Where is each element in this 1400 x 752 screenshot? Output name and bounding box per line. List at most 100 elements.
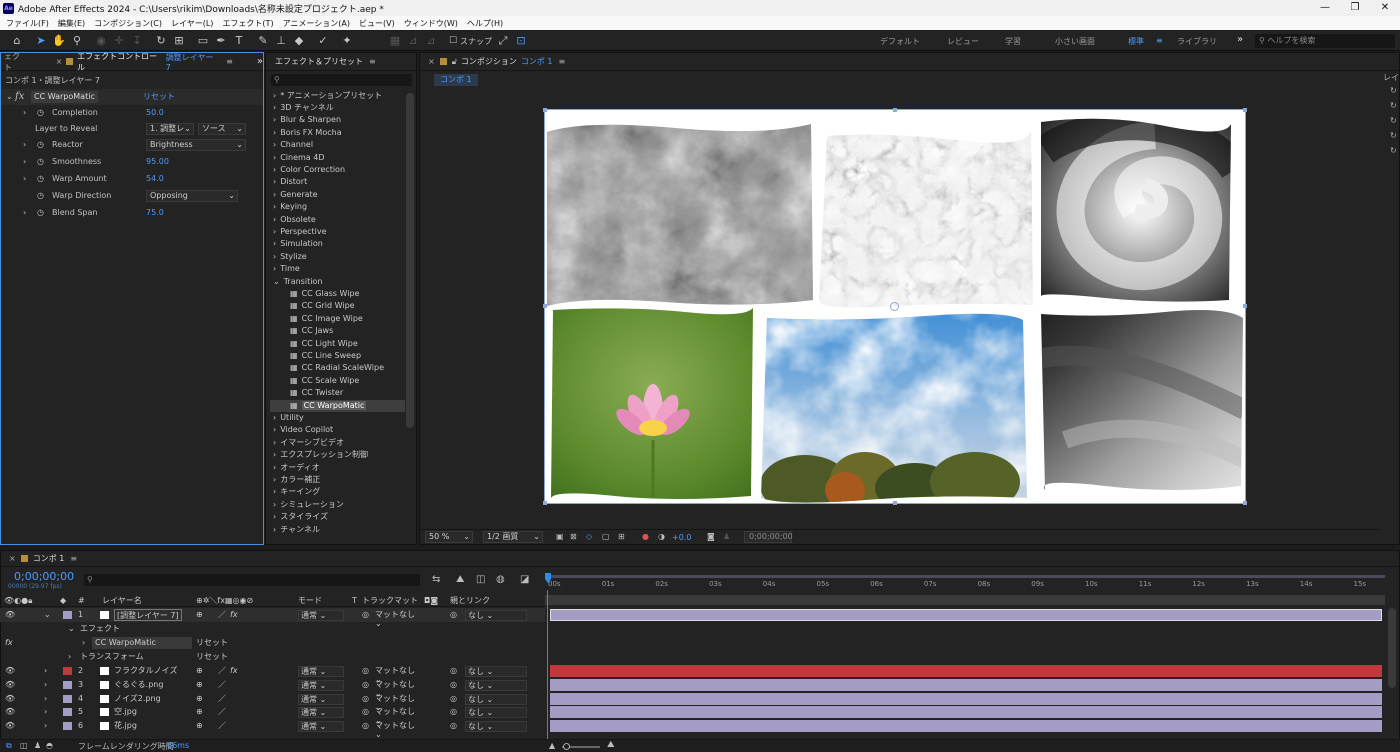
- layer-name[interactable]: フラクタルノイズ: [114, 664, 177, 678]
- rotate-tool-icon[interactable]: ↻: [154, 34, 168, 48]
- label-color-swatch[interactable]: [63, 708, 72, 717]
- matte-link-icon[interactable]: ◎: [362, 664, 369, 678]
- time-ruler[interactable]: [545, 575, 1385, 593]
- world-axis-icon[interactable]: ⊿: [424, 34, 438, 48]
- timeline-layer-row[interactable]: 👁︎ › 4 ノイズ2.png ⊕ ／ 通常 ⌄ ◎ マットなし⌄ ◎ なし ⌄: [0, 692, 545, 712]
- collapse-arrow-icon[interactable]: ⌄: [6, 89, 13, 105]
- effect-category[interactable]: › スタイライズ: [270, 511, 405, 523]
- quality-switch-icon[interactable]: ／: [218, 692, 226, 706]
- more-panels-icon[interactable]: »: [257, 56, 263, 67]
- quality-switch-icon[interactable]: ／: [218, 608, 226, 622]
- transform-reset-link[interactable]: リセット: [196, 650, 228, 664]
- reactor-dropdown[interactable]: Brightness ⌄: [146, 139, 246, 151]
- zoom-dropdown[interactable]: 50 % ⌄: [425, 531, 473, 543]
- more-workspaces-icon[interactable]: »: [1237, 34, 1243, 45]
- lock-icon[interactable]: [20, 555, 28, 562]
- home-icon[interactable]: ⌂: [10, 34, 24, 48]
- matte-link-icon[interactable]: ◎: [362, 705, 369, 719]
- right-dock-tab[interactable]: レイ: [1383, 72, 1399, 83]
- parent-pickwhip-icon[interactable]: ◎: [450, 705, 457, 719]
- expand-arrow-icon[interactable]: ›: [23, 171, 26, 187]
- align-icon[interactable]: ▦: [388, 34, 402, 48]
- effect-category[interactable]: › Obsolete: [270, 214, 405, 226]
- expand-arrow-icon[interactable]: ›: [23, 137, 26, 153]
- frame-blending-icon[interactable]: ◍: [496, 574, 505, 585]
- rectangle-tool-icon[interactable]: ▭: [196, 34, 210, 48]
- resolution-dropdown[interactable]: 1/2 画質 ⌄: [483, 531, 543, 543]
- mode-dropdown[interactable]: 通常 ⌄: [298, 610, 344, 621]
- right-dock-icon[interactable]: ↻: [1390, 146, 1397, 155]
- orbit-tool-icon[interactable]: ◉: [94, 34, 108, 48]
- fx-icon[interactable]: fx: [15, 89, 24, 105]
- effect-category[interactable]: › イマーシブビデオ: [270, 437, 405, 449]
- stopwatch-icon[interactable]: ◷: [37, 137, 44, 153]
- lock-toggle-icon[interactable]: 🔓︎: [452, 57, 457, 67]
- effects-search-input[interactable]: ⚲: [271, 74, 412, 86]
- mode-dropdown[interactable]: 通常 ⌄: [298, 707, 344, 719]
- col-layer-name[interactable]: レイヤー名: [102, 594, 142, 608]
- stopwatch-icon[interactable]: ◷: [37, 171, 44, 187]
- parent-pickwhip-icon[interactable]: ◎: [450, 608, 457, 622]
- close-tab-icon[interactable]: ×: [9, 554, 16, 563]
- source-dropdown[interactable]: ソース ⌄: [198, 123, 246, 135]
- layer-duration-bar[interactable]: [550, 665, 1382, 677]
- effects-scrollbar[interactable]: [406, 93, 414, 428]
- panel-menu-icon[interactable]: ≡: [559, 57, 566, 66]
- tab-timeline-comp[interactable]: コンポ 1: [33, 553, 65, 564]
- menu-help[interactable]: ヘルプ(H): [467, 18, 503, 29]
- workspace-default[interactable]: デフォルト: [880, 36, 920, 47]
- timeline-timecode[interactable]: 0;00;00;00: [14, 570, 74, 583]
- time-toggle-icon[interactable]: ◓: [46, 741, 53, 750]
- snap-feature-icon[interactable]: ⊡: [514, 34, 528, 48]
- snap-edge-icon[interactable]: ⤢: [496, 34, 510, 48]
- transparency-grid-icon[interactable]: ⊠: [570, 532, 577, 541]
- close-tab-icon[interactable]: ×: [56, 57, 63, 66]
- prop-value[interactable]: 75.0: [146, 205, 164, 221]
- effect-category[interactable]: › Color Correction: [270, 164, 405, 176]
- expand-arrow-icon[interactable]: ›: [44, 692, 47, 706]
- region-of-interest-icon[interactable]: ▢: [602, 532, 610, 541]
- quality-switch-icon[interactable]: ／: [218, 678, 226, 692]
- shy-switch-icon[interactable]: ⊕: [196, 719, 203, 733]
- shy-switch-icon[interactable]: ⊕: [196, 664, 203, 678]
- effect-category[interactable]: › Keying: [270, 201, 405, 213]
- layer-name[interactable]: 花.jpg: [114, 719, 137, 733]
- tab-composition[interactable]: コンポジション: [461, 56, 517, 67]
- expand-arrow-icon[interactable]: ›: [82, 636, 85, 650]
- effect-category[interactable]: › Perspective: [270, 226, 405, 238]
- effect-category[interactable]: › エクスプレッション制御: [270, 449, 405, 461]
- fast-preview-icon[interactable]: ▣: [556, 532, 564, 541]
- close-button[interactable]: ✕: [1370, 0, 1400, 16]
- pan-tool-icon[interactable]: ✛: [112, 34, 126, 48]
- warp-direction-dropdown[interactable]: Opposing ⌄: [146, 190, 238, 202]
- panel-menu-icon[interactable]: ≡: [226, 57, 233, 66]
- effect-category[interactable]: ⌄ Transition: [270, 276, 405, 288]
- effect-category[interactable]: › Video Copilot: [270, 424, 405, 436]
- transform-group-row[interactable]: › トランスフォーム リセット: [0, 650, 545, 664]
- stopwatch-icon[interactable]: ◷: [37, 205, 44, 221]
- track-matte-dropdown[interactable]: マットなし⌄: [375, 680, 421, 698]
- playhead[interactable]: [545, 573, 551, 603]
- menu-edit[interactable]: 編集(E): [58, 18, 85, 29]
- matte-link-icon[interactable]: ◎: [362, 719, 369, 733]
- menu-file[interactable]: ファイル(F): [6, 18, 49, 29]
- zoom-tool-icon[interactable]: ⚲: [70, 34, 84, 48]
- effect-category[interactable]: › Channel: [270, 139, 405, 151]
- right-dock-icon[interactable]: ↻: [1390, 116, 1397, 125]
- transform-handle[interactable]: [543, 501, 547, 505]
- stopwatch-icon[interactable]: ◷: [37, 105, 44, 121]
- anchor-tool-icon[interactable]: ⊞: [172, 34, 186, 48]
- work-area-range[interactable]: [545, 595, 1385, 605]
- workspace-menu-icon[interactable]: ≡: [1156, 36, 1163, 45]
- expand-arrow-icon[interactable]: ›: [23, 205, 26, 221]
- effect-category[interactable]: › * アニメーションプリセット: [270, 90, 405, 102]
- shy-switch-icon[interactable]: ⊕: [196, 705, 203, 719]
- transform-handle[interactable]: [543, 304, 547, 308]
- label-color-swatch[interactable]: [63, 694, 72, 703]
- shy-layers-icon[interactable]: ◫: [476, 574, 485, 585]
- timeline-layer-row[interactable]: 👁︎ › 2 フラクタルノイズ ⊕ ／ fx 通常 ⌄ ◎ マットなし⌄ ◎ なし ⌄: [0, 664, 545, 684]
- layer-duration-bar[interactable]: [550, 692, 1382, 705]
- timeline-zoom-handle[interactable]: [563, 743, 570, 750]
- workspace-libraries[interactable]: ライブラリ: [1177, 36, 1217, 47]
- workspace-learn[interactable]: 学習: [1005, 36, 1021, 47]
